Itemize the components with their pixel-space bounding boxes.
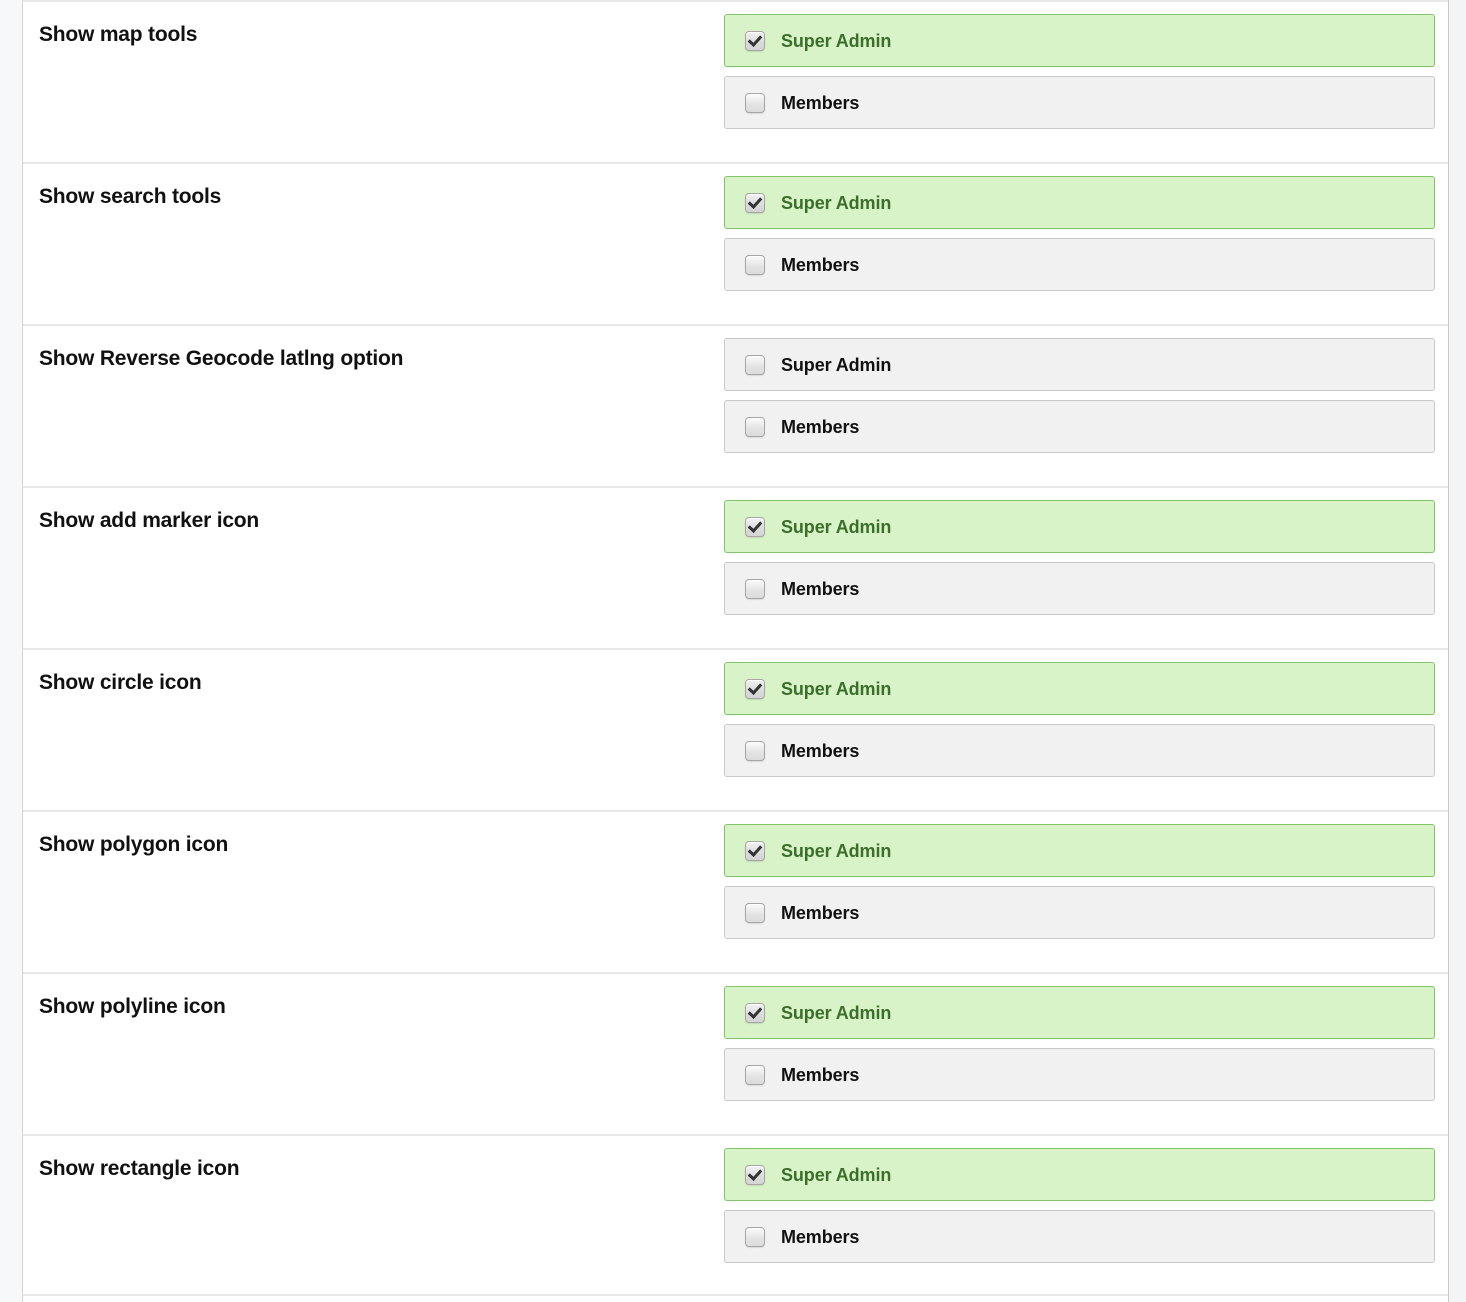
role-option-label: Super Admin xyxy=(781,1002,892,1023)
role-option-members[interactable]: Members xyxy=(724,1048,1435,1101)
setting-label: Show Reverse Geocode latlng option xyxy=(39,347,404,370)
checkbox-unchecked-icon[interactable] xyxy=(745,354,765,375)
checkbox-unchecked-icon[interactable] xyxy=(745,92,765,113)
setting-label: Show polygon icon xyxy=(39,833,229,856)
checkbox-unchecked-icon[interactable] xyxy=(745,740,765,761)
setting-role-options: Super Admin Members xyxy=(724,650,1448,777)
role-option-label: Members xyxy=(781,254,860,275)
role-option-label: Super Admin xyxy=(781,516,892,537)
setting-row: Show map tools Super Admin Members xyxy=(23,0,1448,162)
role-option-label: Members xyxy=(781,740,860,761)
checkbox-checked-icon[interactable] xyxy=(745,1164,765,1185)
role-option-members[interactable]: Members xyxy=(724,724,1435,777)
setting-role-options: Super Admin Members xyxy=(724,326,1448,453)
setting-row: Show search tools Super Admin Members xyxy=(23,162,1448,324)
setting-role-options: Super Admin Members xyxy=(724,1136,1448,1263)
setting-role-options: Super Admin Members xyxy=(724,812,1448,939)
setting-label: Show rectangle icon xyxy=(39,1157,240,1180)
setting-role-options: Super Admin Members xyxy=(724,488,1448,615)
role-option-members[interactable]: Members xyxy=(724,1210,1435,1263)
setting-role-options: Super Admin Members xyxy=(724,974,1448,1101)
checkbox-checked-icon[interactable] xyxy=(745,192,765,213)
setting-row: Show polyline icon Super Admin Members xyxy=(23,972,1448,1134)
setting-label: Show polyline icon xyxy=(39,995,226,1018)
setting-row: Show polygon icon Super Admin Members xyxy=(23,810,1448,972)
role-option-members[interactable]: Members xyxy=(724,886,1435,939)
setting-label: Show add marker icon xyxy=(39,509,260,532)
role-option-label: Super Admin xyxy=(781,30,892,51)
role-option-label: Members xyxy=(781,578,860,599)
role-option-label: Members xyxy=(781,902,860,923)
role-option-label: Members xyxy=(781,1064,860,1085)
role-option-super-admin[interactable]: Super Admin xyxy=(724,662,1435,715)
settings-page: Show map tools Super Admin Members Show sea… xyxy=(0,0,1466,1302)
checkbox-unchecked-icon[interactable] xyxy=(745,578,765,599)
role-option-members[interactable]: Members xyxy=(724,76,1435,129)
checkbox-checked-icon[interactable] xyxy=(745,1002,765,1023)
setting-role-options: Super Admin Members xyxy=(724,2,1448,129)
setting-row: Show Reverse Geocode latlng option Super … xyxy=(23,324,1448,486)
checkbox-checked-icon[interactable] xyxy=(745,840,765,861)
role-option-members[interactable]: Members xyxy=(724,400,1435,453)
setting-label: Show map tools xyxy=(39,23,198,46)
role-option-super-admin[interactable]: Super Admin xyxy=(724,500,1435,553)
checkbox-checked-icon[interactable] xyxy=(745,678,765,699)
role-option-members[interactable]: Members xyxy=(724,562,1435,615)
setting-row: Show add marker icon Super Admin Members xyxy=(23,486,1448,648)
settings-content-pane: Show map tools Super Admin Members Show sea… xyxy=(23,0,1448,1302)
role-option-label: Super Admin xyxy=(781,1164,892,1185)
setting-label: Show search tools xyxy=(39,185,222,208)
setting-row: Show rectangle icon Super Admin Members xyxy=(23,1134,1448,1296)
checkbox-unchecked-icon[interactable] xyxy=(745,254,765,275)
checkbox-unchecked-icon[interactable] xyxy=(745,416,765,437)
checkbox-checked-icon[interactable] xyxy=(745,30,765,51)
permissions-settings-list: Show map tools Super Admin Members Show sea… xyxy=(23,0,1448,1296)
role-option-label: Members xyxy=(781,416,860,437)
role-option-super-admin[interactable]: Super Admin xyxy=(724,1148,1435,1201)
setting-row: Show circle icon Super Admin Members xyxy=(23,648,1448,810)
role-option-label: Super Admin xyxy=(781,840,892,861)
setting-role-options: Super Admin Members xyxy=(724,164,1448,291)
role-option-label: Members xyxy=(781,1226,860,1247)
role-option-label: Members xyxy=(781,92,860,113)
role-option-members[interactable]: Members xyxy=(724,238,1435,291)
role-option-label: Super Admin xyxy=(781,678,892,699)
checkbox-unchecked-icon[interactable] xyxy=(745,1064,765,1085)
setting-label: Show circle icon xyxy=(39,671,202,694)
role-option-label: Super Admin xyxy=(781,354,892,375)
role-option-super-admin[interactable]: Super Admin xyxy=(724,176,1435,229)
page-right-gutter-scrollbar[interactable] xyxy=(1448,0,1466,1302)
role-option-label: Super Admin xyxy=(781,192,892,213)
checkbox-unchecked-icon[interactable] xyxy=(745,1226,765,1247)
role-option-super-admin[interactable]: Super Admin xyxy=(724,986,1435,1039)
role-option-super-admin[interactable]: Super Admin xyxy=(724,824,1435,877)
role-option-super-admin[interactable]: Super Admin xyxy=(724,14,1435,67)
page-left-gutter xyxy=(0,0,23,1302)
checkbox-checked-icon[interactable] xyxy=(745,516,765,537)
role-option-super-admin[interactable]: Super Admin xyxy=(724,338,1435,391)
checkbox-unchecked-icon[interactable] xyxy=(745,902,765,923)
